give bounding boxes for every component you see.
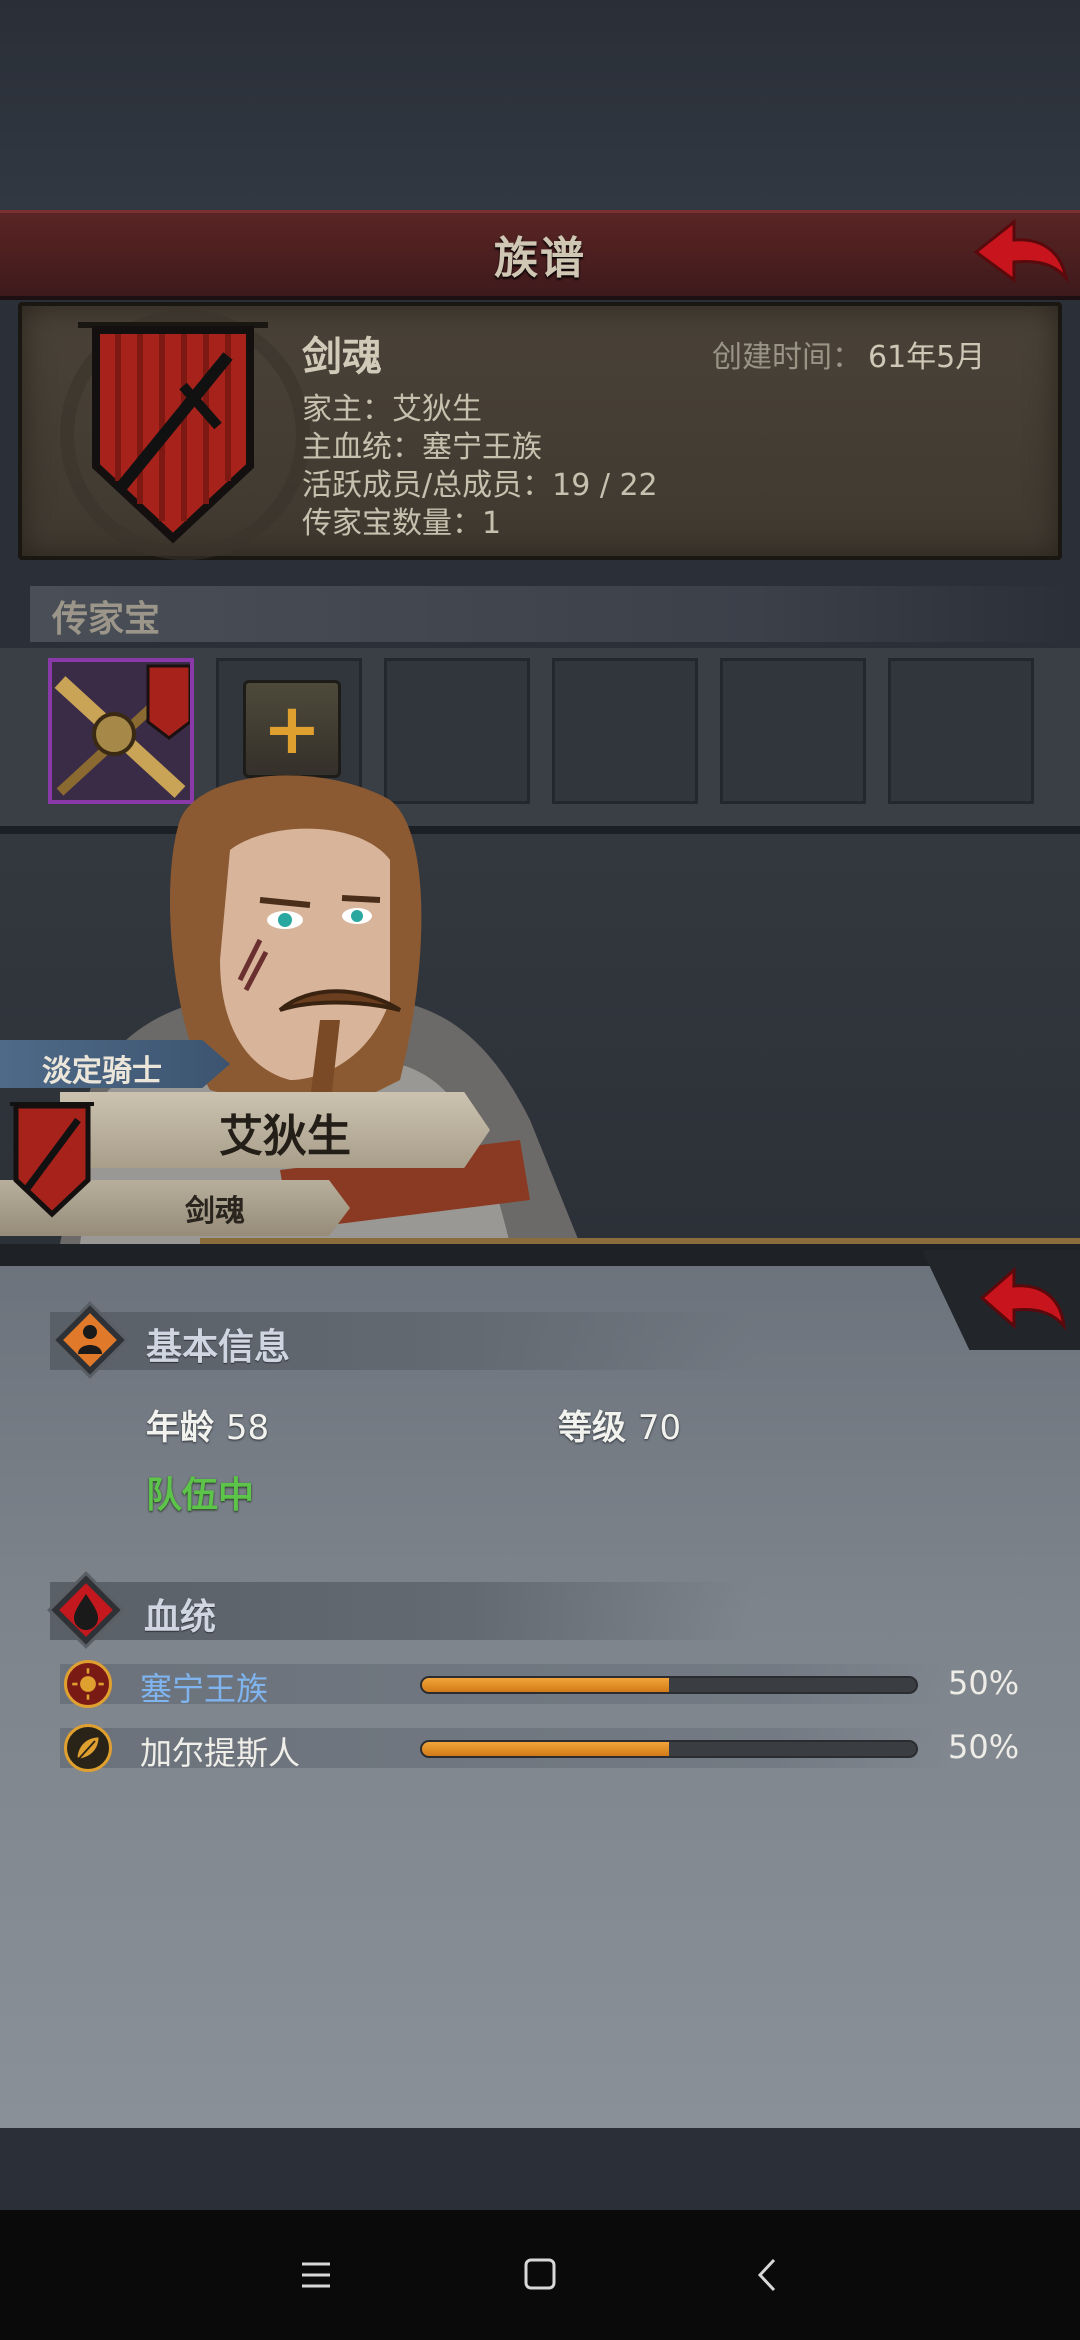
heirloom-slot-5[interactable] bbox=[720, 658, 866, 804]
team-status: 队伍中 bbox=[146, 1475, 255, 1516]
leaf-emblem-icon bbox=[64, 1724, 112, 1772]
bloodline-fill-1 bbox=[422, 1678, 669, 1692]
level-stat: 等级 70 bbox=[558, 1408, 682, 1448]
home-square-icon[interactable] bbox=[510, 2250, 570, 2300]
family-name: 剑魂 bbox=[302, 334, 382, 380]
royal-sun-icon bbox=[64, 1660, 112, 1708]
bloodline-fill-2 bbox=[422, 1742, 669, 1756]
family-crest-icon bbox=[78, 322, 268, 544]
back-arrow-icon[interactable] bbox=[968, 212, 1072, 290]
menu-icon[interactable] bbox=[286, 2250, 346, 2300]
person-icon bbox=[51, 1301, 129, 1379]
bloodline-title: 血统 bbox=[144, 1597, 217, 1638]
bloodline-name-2: 加尔提斯人 bbox=[140, 1734, 301, 1772]
character-family: 剑魂 bbox=[185, 1194, 245, 1229]
bloodline-bar-1 bbox=[420, 1676, 918, 1694]
created-time: 创建时间： 61年5月 bbox=[712, 340, 986, 375]
bloodline-percent-1: 50% bbox=[948, 1664, 1020, 1702]
chevron-left-icon[interactable] bbox=[738, 2250, 798, 2300]
top-background bbox=[0, 0, 1080, 210]
bloodline-percent-2: 50% bbox=[948, 1728, 1020, 1766]
page-title: 族谱 bbox=[494, 233, 586, 284]
character-crest-icon bbox=[10, 1102, 94, 1218]
character-name: 艾狄生 bbox=[219, 1111, 351, 1162]
age-stat: 年龄 58 bbox=[146, 1408, 270, 1448]
character-portrait bbox=[60, 775, 580, 1244]
bloodline-bar-2 bbox=[420, 1740, 918, 1758]
basic-info-title: 基本信息 bbox=[146, 1327, 291, 1368]
info-line-heirlooms: 传家宝数量：1 bbox=[302, 506, 502, 541]
blood-drop-icon bbox=[47, 1571, 125, 1649]
heirloom-slot-6[interactable] bbox=[888, 658, 1034, 804]
character-rank: 淡定骑士 bbox=[42, 1054, 162, 1089]
back-arrow-icon bbox=[979, 1266, 1067, 1331]
bottom-gap bbox=[0, 2128, 1080, 2210]
heirloom-header bbox=[30, 586, 1070, 642]
heirloom-title: 传家宝 bbox=[52, 599, 161, 640]
bloodline-name-1: 塞宁王族 bbox=[140, 1670, 269, 1708]
